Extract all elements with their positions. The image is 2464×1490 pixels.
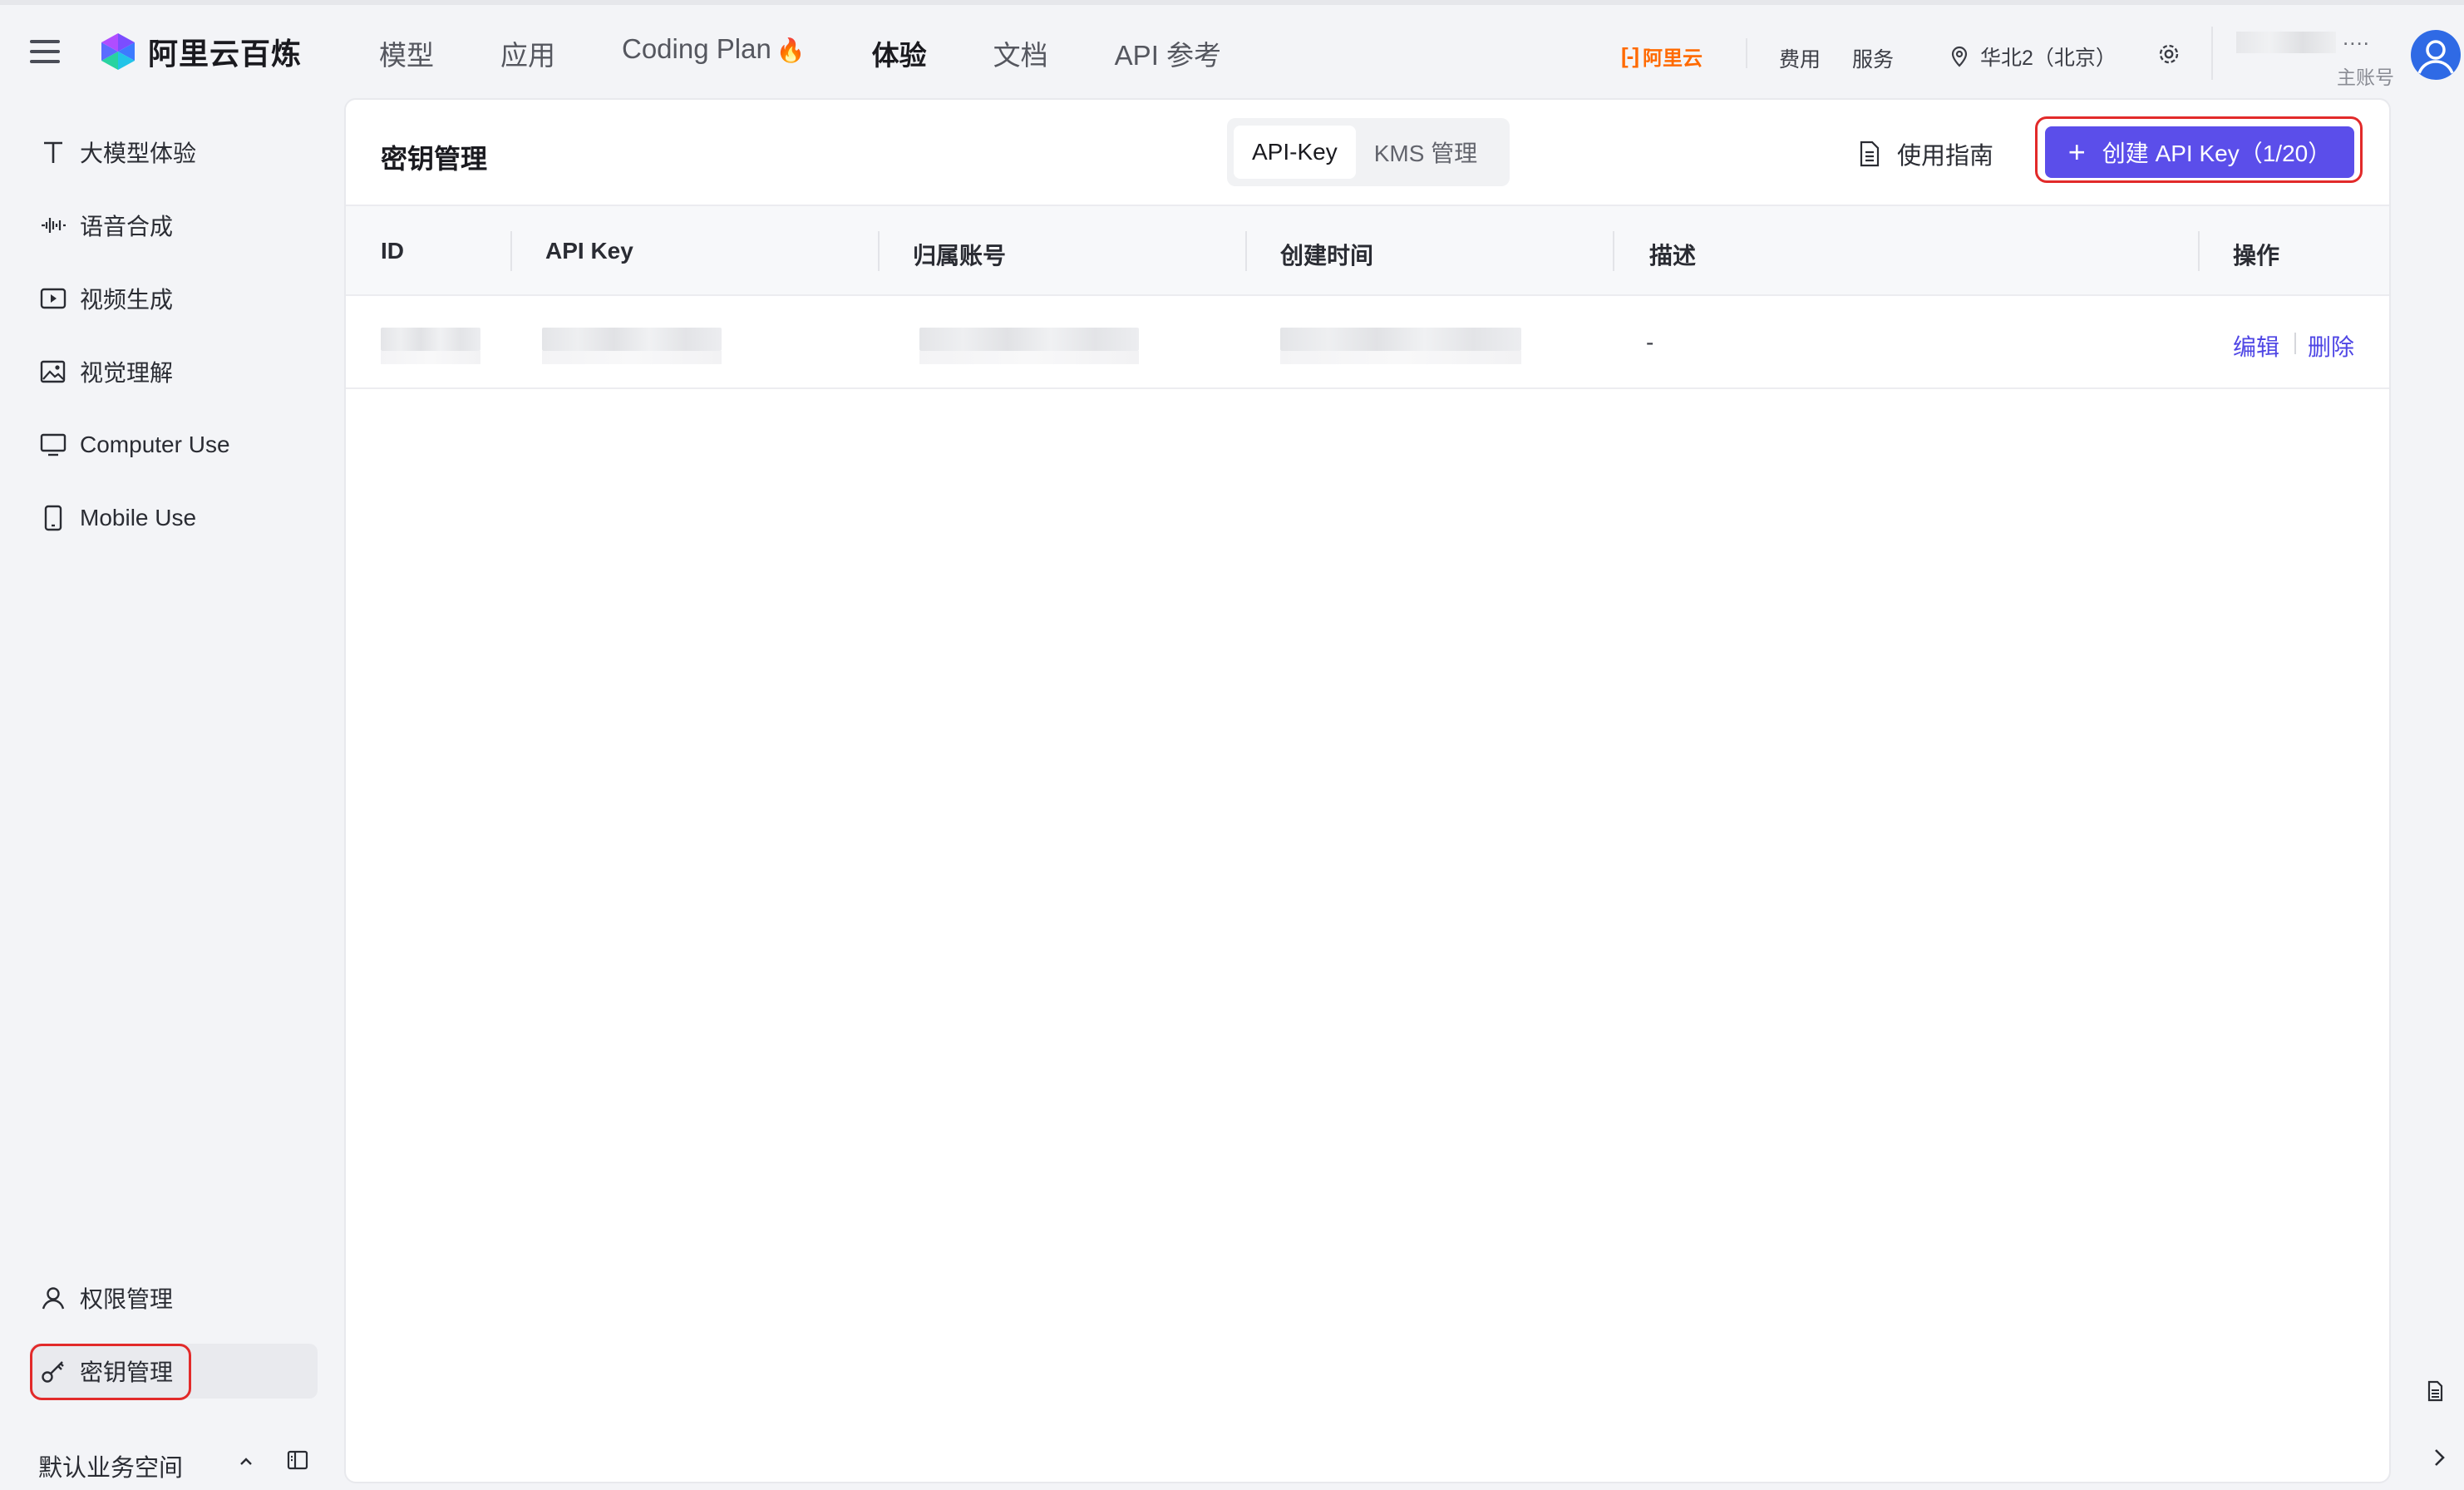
sidebar-item-label: 大模型体验 — [80, 141, 197, 166]
table-header: ID API Key 归属账号 创建时间 描述 操作 — [346, 205, 2389, 296]
aliyun-bracket-icon: [-] — [1621, 43, 1639, 68]
sidebar-item-llm-experience[interactable]: 大模型体验 — [30, 125, 318, 180]
nav-experience[interactable]: 体验 — [872, 33, 927, 73]
sidebar-item-label: Computer Use — [80, 432, 230, 457]
workspace-label: 默认业务空间 — [38, 1455, 184, 1482]
sidebar-item-key-management[interactable]: 密钥管理 — [30, 1344, 318, 1399]
sidebar-item-label: Mobile Use — [80, 505, 197, 530]
api-key-redacted — [542, 328, 722, 351]
workspace-selector[interactable]: 默认业务空间 — [38, 1448, 183, 1483]
description-cell: - — [1646, 329, 1654, 355]
sidebar-item-video-generation[interactable]: 视频生成 — [30, 271, 318, 326]
column-header-actions: 操作 — [2233, 243, 2280, 269]
sidebar-item-computer-use[interactable]: Computer Use — [30, 417, 318, 472]
account-name-suffix: .... — [2343, 25, 2370, 50]
waveform-icon — [38, 210, 68, 240]
logo-text: 阿里云百炼 — [148, 37, 303, 71]
create-api-key-label: 创建 API Key（1/20） — [2102, 141, 2332, 166]
video-play-icon — [38, 284, 68, 313]
column-divider — [1245, 231, 1247, 271]
aliyun-logo[interactable]: [-] 阿里云 — [1621, 42, 1703, 71]
key-icon — [38, 1356, 68, 1386]
delete-link[interactable]: 删除 — [2308, 329, 2354, 363]
table-row: - 编辑 删除 — [346, 296, 2389, 389]
collapse-sidebar-icon[interactable] — [286, 1448, 309, 1476]
column-divider — [878, 231, 880, 271]
redaction-shadow — [1280, 351, 1521, 364]
nav-coding-plan-label: Coding Plan — [622, 33, 771, 64]
top-bar: 阿里云百炼 模型 应用 Coding Plan 🔥 体验 文档 API 参考 [-… — [0, 5, 2464, 96]
brand-logo[interactable]: 阿里云百炼 — [98, 30, 302, 73]
created-time-redacted — [1280, 328, 1521, 351]
sidebar-item-mobile-use[interactable]: Mobile Use — [30, 491, 318, 545]
account-type: 主账号 — [2337, 67, 2394, 88]
text-t-icon — [38, 137, 68, 167]
column-header-created-time: 创建时间 — [1280, 243, 1374, 269]
action-divider — [2294, 333, 2296, 354]
aliyun-logo-text: 阿里云 — [1642, 47, 1703, 70]
mobile-icon — [38, 503, 68, 533]
column-header-api-key: API Key — [545, 238, 633, 264]
fees-link[interactable]: 费用 — [1779, 43, 1821, 73]
edit-link[interactable]: 编辑 — [2233, 329, 2279, 363]
account-redacted — [919, 328, 1139, 351]
nav-models[interactable]: 模型 — [379, 33, 434, 73]
page-title: 密钥管理 — [381, 144, 488, 174]
usage-guide-label: 使用指南 — [1897, 143, 1994, 170]
user-avatar-icon — [2417, 40, 2454, 74]
sidebar-item-label: 视觉理解 — [80, 360, 174, 386]
region-selector[interactable]: 华北2（北京） — [1950, 42, 2117, 72]
sidebar-item-label: 语音合成 — [80, 214, 174, 239]
plus-icon: + — [2067, 135, 2086, 169]
column-header-account: 归属账号 — [913, 243, 1007, 269]
nav-apps[interactable]: 应用 — [500, 33, 555, 73]
nav-docs[interactable]: 文档 — [993, 33, 1048, 73]
tab-api-key[interactable]: API-Key — [1234, 126, 1356, 179]
service-link[interactable]: 服务 — [1852, 43, 1894, 73]
column-divider — [2198, 231, 2200, 271]
sidebar-item-permission-management[interactable]: 权限管理 — [30, 1270, 318, 1325]
chevron-up-icon[interactable] — [236, 1452, 256, 1476]
sidebar-item-visual-understanding[interactable]: 视觉理解 — [30, 344, 318, 399]
usage-guide-link[interactable]: 使用指南 — [1859, 136, 1993, 171]
image-icon — [38, 357, 68, 387]
column-divider — [1613, 231, 1614, 271]
divider — [2211, 27, 2213, 80]
account-info[interactable]: .... 主账号 — [2236, 25, 2394, 88]
sidebar-item-label: 密钥管理 — [80, 1359, 174, 1385]
sidebar-item-label: 视频生成 — [80, 287, 174, 313]
column-header-description: 描述 — [1649, 243, 1697, 269]
chevron-right-icon[interactable] — [2429, 1445, 2449, 1474]
redaction-shadow — [542, 351, 722, 364]
location-pin-icon — [1951, 46, 1968, 67]
settings-gear-icon[interactable] — [2156, 42, 2181, 71]
user-icon — [38, 1283, 68, 1313]
create-api-key-button[interactable]: + 创建 API Key（1/20） — [2045, 126, 2354, 178]
region-label: 华北2（北京） — [1980, 47, 2117, 70]
key-management-card: 密钥管理 API-Key KMS 管理 使用指南 + 创建 API Key（1/… — [344, 98, 2391, 1483]
tab-kms-management[interactable]: KMS 管理 — [1356, 126, 1496, 179]
monitor-icon — [38, 430, 68, 460]
column-header-id: ID — [381, 238, 404, 264]
floating-document-icon[interactable] — [2421, 1375, 2449, 1411]
redaction-shadow — [919, 351, 1139, 364]
flame-icon: 🔥 — [776, 37, 806, 63]
sidebar: 大模型体验 语音合成 视频生成 视觉理解 Computer Use Mobile… — [0, 96, 341, 1490]
account-name-redacted — [2236, 32, 2336, 53]
sidebar-item-label: 权限管理 — [80, 1286, 174, 1312]
id-redacted — [381, 328, 480, 351]
main-nav: 模型 应用 Coding Plan 🔥 体验 文档 API 参考 — [379, 33, 1288, 73]
menu-icon[interactable] — [30, 40, 60, 63]
document-icon — [1860, 141, 1880, 167]
column-divider — [510, 231, 512, 271]
sidebar-item-speech-synthesis[interactable]: 语音合成 — [30, 198, 318, 253]
tab-switcher: API-Key KMS 管理 — [1227, 118, 1510, 186]
bailian-logo-icon — [98, 32, 138, 72]
nav-coding-plan[interactable]: Coding Plan 🔥 — [622, 33, 806, 73]
nav-api-reference[interactable]: API 参考 — [1115, 33, 1221, 73]
divider — [1746, 38, 1747, 68]
redaction-shadow — [381, 351, 480, 364]
avatar[interactable] — [2411, 30, 2461, 80]
